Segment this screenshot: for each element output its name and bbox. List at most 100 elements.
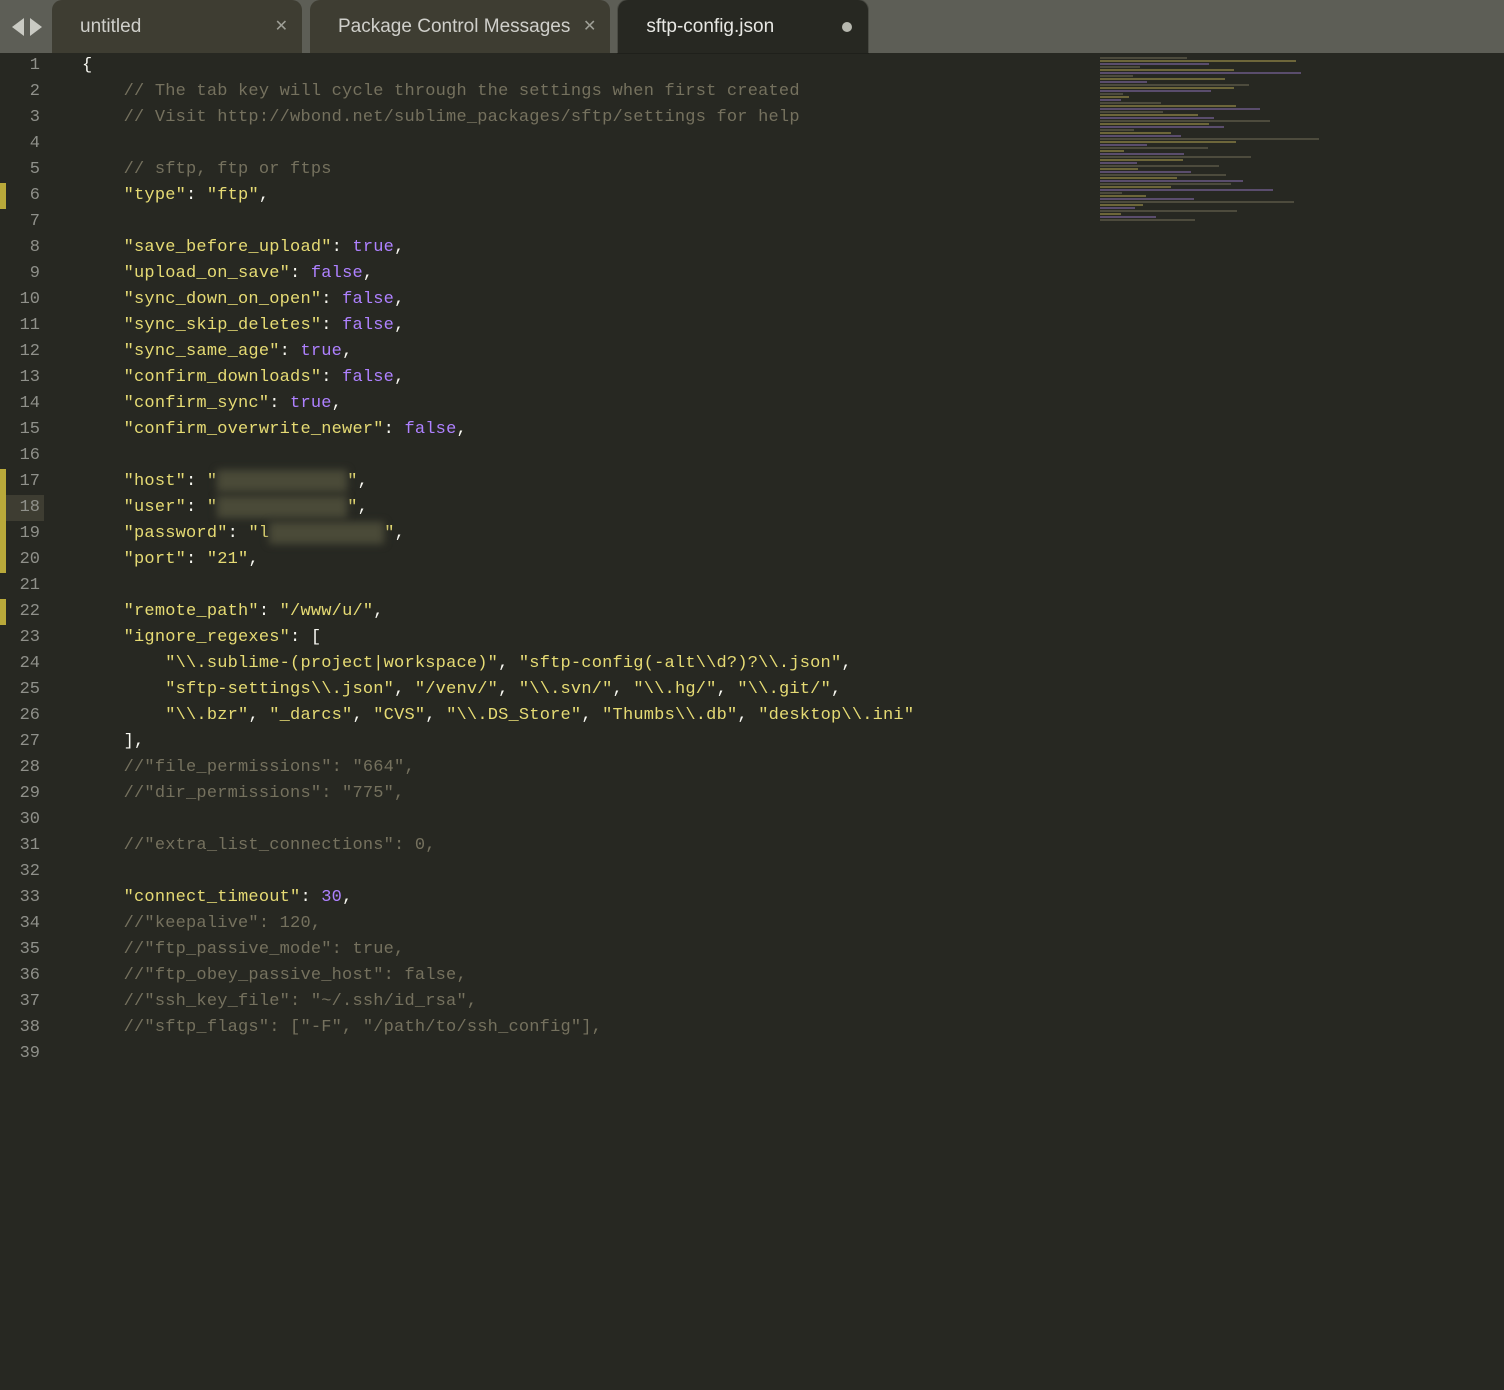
line-number: 29 — [0, 781, 44, 807]
code-line: "confirm_overwrite_newer": false, — [82, 417, 1096, 443]
code-line — [82, 443, 1096, 469]
line-number: 9 — [0, 261, 44, 287]
code-line: //"ftp_passive_mode": true, — [82, 937, 1096, 963]
code-line: // sftp, ftp or ftps — [82, 157, 1096, 183]
code-line: //"extra_list_connections": 0, — [82, 833, 1096, 859]
minimap[interactable] — [1096, 53, 1504, 1390]
line-number: 14 — [0, 391, 44, 417]
code-line: "connect_timeout": 30, — [82, 885, 1096, 911]
line-number: 36 — [0, 963, 44, 989]
line-number: 33 — [0, 885, 44, 911]
line-number: 20 — [0, 547, 44, 573]
code-line: //"ssh_key_file": "~/.ssh/id_rsa", — [82, 989, 1096, 1015]
code-line: "port": "21", — [82, 547, 1096, 573]
tab-sftp-config[interactable]: sftp-config.json — [618, 0, 868, 53]
code-line: "sync_same_age": true, — [82, 339, 1096, 365]
code-line: //"ftp_obey_passive_host": false, — [82, 963, 1096, 989]
code-line: "sync_down_on_open": false, — [82, 287, 1096, 313]
line-number: 37 — [0, 989, 44, 1015]
nav-left-icon[interactable] — [12, 18, 24, 36]
line-number: 28 — [0, 755, 44, 781]
code-line — [82, 1041, 1096, 1067]
line-number: 5 — [0, 157, 44, 183]
line-number: 32 — [0, 859, 44, 885]
line-number: 8 — [0, 235, 44, 261]
tabbar-background — [876, 0, 1504, 53]
line-number: 34 — [0, 911, 44, 937]
line-number: 12 — [0, 339, 44, 365]
code-line: //"file_permissions": "664", — [82, 755, 1096, 781]
code-line: "remote_path": "/www/u/", — [82, 599, 1096, 625]
tab-bar: untitled ✕ Package Control Messages ✕ sf… — [0, 0, 1504, 53]
code-line: "confirm_sync": true, — [82, 391, 1096, 417]
tab-untitled[interactable]: untitled ✕ — [52, 0, 302, 53]
code-line: ], — [82, 729, 1096, 755]
line-number: 38 — [0, 1015, 44, 1041]
code-line: // The tab key will cycle through the se… — [82, 79, 1096, 105]
line-number-gutter[interactable]: 1234567891011121314151617181920212223242… — [0, 53, 58, 1390]
close-icon[interactable]: ✕ — [275, 19, 288, 35]
line-number: 23 — [0, 625, 44, 651]
line-number: 13 — [0, 365, 44, 391]
line-number: 7 — [0, 209, 44, 235]
line-number: 15 — [0, 417, 44, 443]
code-line: "password": "l", — [82, 521, 1096, 547]
tab-label: Package Control Messages — [338, 16, 570, 38]
code-area[interactable]: { // The tab key will cycle through the … — [58, 53, 1096, 1390]
code-line: // Visit http://wbond.net/sublime_packag… — [82, 105, 1096, 131]
code-line: "ignore_regexes": [ — [82, 625, 1096, 651]
line-number: 2 — [0, 79, 44, 105]
modified-line-marker — [0, 469, 6, 495]
code-line: "confirm_downloads": false, — [82, 365, 1096, 391]
modified-line-marker — [0, 521, 6, 547]
code-line: "\\.bzr", "_darcs", "CVS", "\\.DS_Store"… — [82, 703, 1096, 729]
code-line: //"dir_permissions": "775", — [82, 781, 1096, 807]
code-line — [82, 573, 1096, 599]
line-number: 31 — [0, 833, 44, 859]
code-line — [82, 131, 1096, 157]
code-line: { — [82, 53, 1096, 79]
code-line: "sync_skip_deletes": false, — [82, 313, 1096, 339]
code-line: //"keepalive": 120, — [82, 911, 1096, 937]
code-line: "save_before_upload": true, — [82, 235, 1096, 261]
editor-area: 1234567891011121314151617181920212223242… — [0, 53, 1504, 1390]
line-number: 18 — [0, 495, 44, 521]
line-number: 19 — [0, 521, 44, 547]
line-number: 26 — [0, 703, 44, 729]
code-line: "type": "ftp", — [82, 183, 1096, 209]
tab-label: sftp-config.json — [646, 16, 774, 38]
code-line: "upload_on_save": false, — [82, 261, 1096, 287]
line-number: 17 — [0, 469, 44, 495]
modified-line-marker — [0, 495, 6, 521]
modified-line-marker — [0, 599, 6, 625]
code-line — [82, 859, 1096, 885]
modified-line-marker — [0, 547, 6, 573]
code-line: "sftp-settings\\.json", "/venv/", "\\.sv… — [82, 677, 1096, 703]
line-number: 35 — [0, 937, 44, 963]
line-number: 24 — [0, 651, 44, 677]
dirty-indicator-icon — [842, 22, 852, 32]
line-number: 27 — [0, 729, 44, 755]
code-line: "host": "", — [82, 469, 1096, 495]
line-number: 25 — [0, 677, 44, 703]
close-icon[interactable]: ✕ — [583, 19, 596, 35]
code-line: "user": "", — [82, 495, 1096, 521]
code-line — [82, 807, 1096, 833]
line-number: 1 — [0, 53, 44, 79]
line-number: 4 — [0, 131, 44, 157]
line-number: 6 — [0, 183, 44, 209]
line-number: 39 — [0, 1041, 44, 1067]
tab-nav-arrows — [0, 0, 52, 53]
modified-line-marker — [0, 183, 6, 209]
code-line: "\\.sublime-(project|workspace)", "sftp-… — [82, 651, 1096, 677]
line-number: 11 — [0, 313, 44, 339]
code-line — [82, 209, 1096, 235]
line-number: 16 — [0, 443, 44, 469]
nav-right-icon[interactable] — [30, 18, 42, 36]
line-number: 21 — [0, 573, 44, 599]
line-number: 3 — [0, 105, 44, 131]
line-number: 10 — [0, 287, 44, 313]
tab-package-control-messages[interactable]: Package Control Messages ✕ — [310, 0, 610, 53]
code-line: //"sftp_flags": ["-F", "/path/to/ssh_con… — [82, 1015, 1096, 1041]
tab-label: untitled — [80, 16, 141, 38]
